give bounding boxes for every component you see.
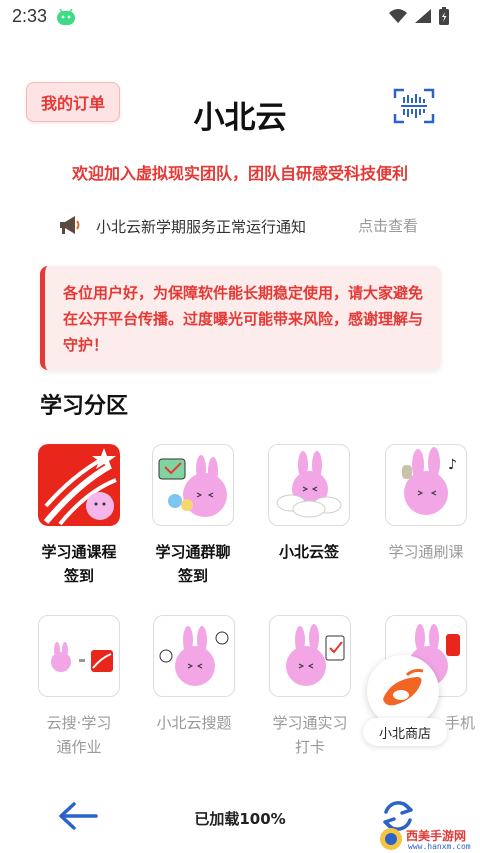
- wifi-icon: [389, 9, 407, 23]
- bunny-question-icon: [153, 615, 235, 697]
- chaoxing-logo-icon: [38, 444, 120, 526]
- tile-label-line2: 签到: [177, 567, 208, 585]
- tile-label-line2: 签到: [63, 567, 94, 585]
- bunny-music-icon: ♪: [385, 444, 467, 526]
- battery-icon: [439, 7, 449, 25]
- watermark-logo-icon: [380, 828, 402, 850]
- status-icons: [388, 6, 450, 26]
- notice-view-link[interactable]: 点击查看: [358, 215, 418, 236]
- shop-label[interactable]: 小北商店: [363, 718, 447, 746]
- welcome-banner: 欢迎加入虚拟现实团队，团队自研感受科技便利: [71, 164, 408, 183]
- tile-label-line1: 学习通实习: [272, 714, 348, 732]
- tile-label-line1: 小北云搜题: [156, 714, 232, 732]
- tile-label: 云搜·学习 通作业: [24, 711, 134, 759]
- tile-label: 小北云签: [254, 540, 364, 564]
- tile-label-line1: 学习通刷课: [388, 543, 464, 561]
- svg-text:♪: ♪: [448, 457, 457, 473]
- watermark-url: www.hanxm.com: [408, 842, 471, 851]
- notice-text: 小北云新学期服务正常运行通知: [96, 218, 307, 236]
- signal-icon: [415, 9, 431, 23]
- warning-text: 各位用户好，为保障软件能长期稳定使用，请大家避免在公开平台传播。过度曝光可能带来…: [63, 284, 424, 354]
- notice-bar[interactable]: 小北云新学期服务正常运行通知 点击查看: [58, 214, 438, 238]
- watermark: 西美手游网 www.hanxm.com: [376, 826, 480, 853]
- megaphone-icon: [60, 216, 80, 234]
- tile-label-line1: 云搜·学习: [46, 714, 112, 732]
- tile-label-line1: 学习通群聊: [155, 543, 231, 561]
- status-bar: 2:33: [0, 0, 480, 34]
- tile-label: 小北云搜题: [139, 711, 249, 735]
- tile-label-line1: 小北云签: [278, 543, 339, 561]
- warning-card: 各位用户好，为保障软件能长期稳定使用，请大家避免在公开平台传播。过度曝光可能带来…: [40, 266, 441, 370]
- status-time: 2:33: [12, 6, 48, 26]
- tile-label: 学习通课程 签到: [24, 540, 134, 588]
- bunny-chat-icon: [152, 444, 234, 526]
- bunny-cloud-icon: [268, 444, 350, 526]
- bunny-clipboard-icon: [269, 615, 351, 697]
- shop-logo-icon: [383, 669, 424, 706]
- tile-label: 学习通实习 打卡: [255, 711, 365, 759]
- tile-label: 学习通群聊 签到: [138, 540, 248, 588]
- bunny-search-icon: [38, 615, 120, 697]
- section-title: 学习分区: [40, 394, 129, 419]
- android-icon: [57, 8, 75, 25]
- tile-label: 学习通刷课: [371, 540, 480, 564]
- tile-label-line2: 打卡: [294, 738, 325, 756]
- tile-label-line1: 学习通课程: [41, 543, 117, 561]
- shop-float-button[interactable]: [367, 655, 439, 727]
- tile-label-line2: 通作业: [56, 738, 102, 756]
- scan-icon[interactable]: [392, 86, 436, 126]
